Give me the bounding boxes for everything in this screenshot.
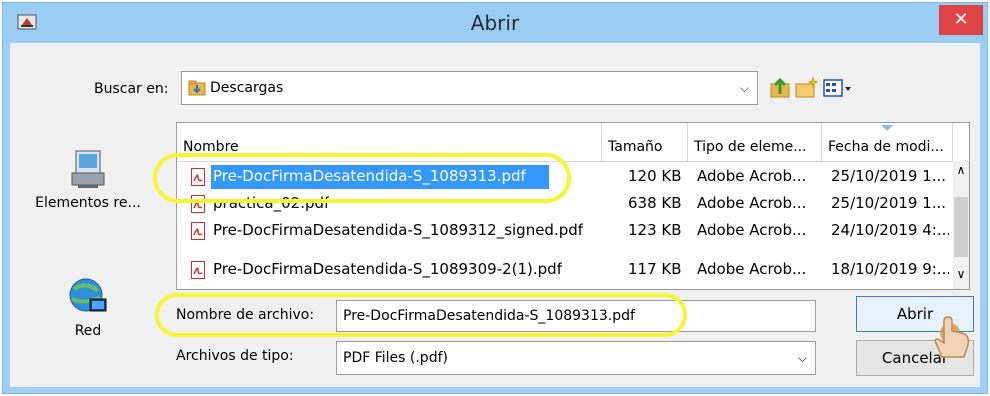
filetype-value: PDF Files (.pdf)	[343, 350, 448, 366]
file-type: Adobe Acrob...	[697, 167, 807, 185]
file-size: 638 KB	[628, 194, 682, 212]
up-folder-icon[interactable]	[768, 76, 792, 100]
file-row[interactable]: Pre-DocFirmaDesatendida-S_1089312_signed…	[177, 218, 953, 244]
view-menu-icon[interactable]	[822, 76, 852, 100]
chevron-down-icon[interactable]: ⌵	[740, 81, 749, 96]
new-folder-icon[interactable]	[794, 76, 818, 100]
file-size: 117 KB	[628, 260, 682, 278]
column-header-size[interactable]: Tamaño	[602, 123, 688, 161]
file-type: Adobe Acrob...	[697, 194, 807, 212]
scroll-thumb[interactable]	[954, 197, 968, 257]
close-button[interactable]: ✕	[939, 5, 983, 35]
title-bar[interactable]: Abrir ✕	[3, 3, 987, 43]
lookin-label: Buscar en:	[94, 81, 169, 97]
pdf-file-icon	[191, 261, 205, 279]
file-type: Adobe Acrob...	[697, 221, 807, 239]
folder-icon	[188, 80, 206, 96]
lookin-combo[interactable]: Descargas ⌵	[181, 71, 758, 105]
file-type: Adobe Acrob...	[697, 260, 807, 278]
scroll-down-icon[interactable]: ∨	[953, 267, 969, 281]
place-network[interactable]: Red	[18, 275, 158, 339]
lookin-value: Descargas	[210, 80, 284, 96]
window-title: Abrir	[470, 11, 520, 35]
place-label: Red	[74, 323, 102, 339]
network-icon	[69, 278, 107, 312]
filetype-combo[interactable]: PDF Files (.pdf) ⌵	[336, 341, 816, 375]
file-list[interactable]: Nombre Tamaño Tipo de eleme... Fecha de …	[176, 122, 970, 290]
column-header-type[interactable]: Tipo de eleme...	[688, 123, 822, 161]
vertical-scrollbar[interactable]: ∧ ∨	[953, 161, 969, 289]
place-label: Elementos re...	[35, 195, 141, 211]
highlight-selected-file	[153, 153, 571, 203]
dialog-body: Buscar en: Descargas ⌵ Elementos re... R…	[10, 43, 980, 387]
file-name: Pre-DocFirmaDesatendida-S_1089312_signed…	[213, 221, 584, 239]
filetype-label: Archivos de tipo:	[176, 348, 294, 364]
file-row[interactable]: Pre-DocFirmaDesatendida-S_1089309-2(1).p…	[177, 257, 953, 283]
file-name: Pre-DocFirmaDesatendida-S_1089309-2(1).p…	[213, 260, 562, 278]
highlight-filename-field	[155, 293, 687, 337]
open-dialog: Abrir ✕ Buscar en: Descargas ⌵ Elementos…	[2, 2, 988, 394]
place-recent-items[interactable]: Elementos re...	[18, 147, 158, 211]
scroll-up-icon[interactable]: ∧	[953, 163, 969, 177]
sort-indicator-icon	[881, 125, 893, 131]
file-date: 24/10/2019 4:...	[831, 221, 949, 239]
file-size: 120 KB	[628, 167, 682, 185]
file-date: 18/10/2019 9:...	[831, 260, 949, 278]
file-size: 123 KB	[628, 221, 682, 239]
pdf-file-icon	[191, 222, 205, 240]
recent-items-icon	[71, 150, 105, 188]
hand-pointer-icon	[934, 316, 970, 358]
file-date: 25/10/2019 1...	[831, 167, 947, 185]
chevron-down-icon[interactable]: ⌵	[798, 351, 807, 366]
file-date: 25/10/2019 1...	[831, 194, 947, 212]
